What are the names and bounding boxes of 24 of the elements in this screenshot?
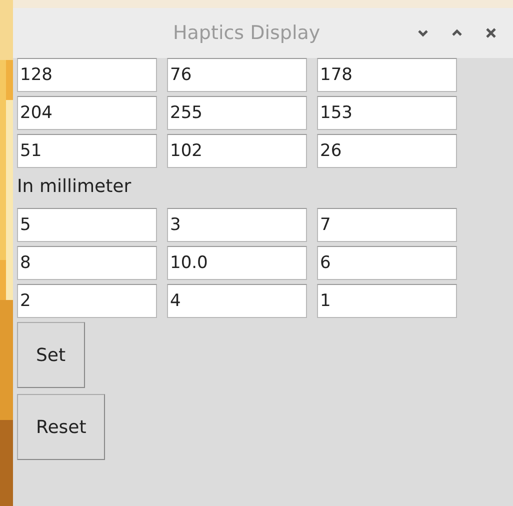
input-field[interactable]: 3 xyxy=(167,208,307,242)
input-field[interactable]: 7 xyxy=(317,208,457,242)
input-field[interactable]: 51 xyxy=(17,134,157,168)
set-button[interactable]: Set xyxy=(17,322,85,388)
input-field[interactable]: 1 xyxy=(317,284,457,318)
input-field[interactable]: 102 xyxy=(167,134,307,168)
input-field[interactable]: 128 xyxy=(17,58,157,92)
reset-button[interactable]: Reset xyxy=(17,394,106,460)
input-field[interactable]: 10.0 xyxy=(167,246,307,280)
window-title: Haptics Display xyxy=(173,20,320,46)
input-field[interactable]: 5 xyxy=(17,208,157,242)
input-field[interactable]: 6 xyxy=(317,246,457,280)
close-icon xyxy=(485,27,497,39)
chevron-down-icon xyxy=(417,27,429,39)
input-field[interactable]: 204 xyxy=(17,96,157,130)
input-field[interactable]: 76 xyxy=(167,58,307,92)
input-field[interactable]: 26 xyxy=(317,134,457,168)
input-field[interactable]: 4 xyxy=(167,284,307,318)
input-field[interactable]: 255 xyxy=(167,96,307,130)
input-field[interactable]: 153 xyxy=(317,96,457,130)
input-field[interactable]: 2 xyxy=(17,284,157,318)
input-field[interactable]: 178 xyxy=(317,58,457,92)
section-label: In millimeter xyxy=(17,175,132,199)
input-field[interactable]: 8 xyxy=(17,246,157,280)
